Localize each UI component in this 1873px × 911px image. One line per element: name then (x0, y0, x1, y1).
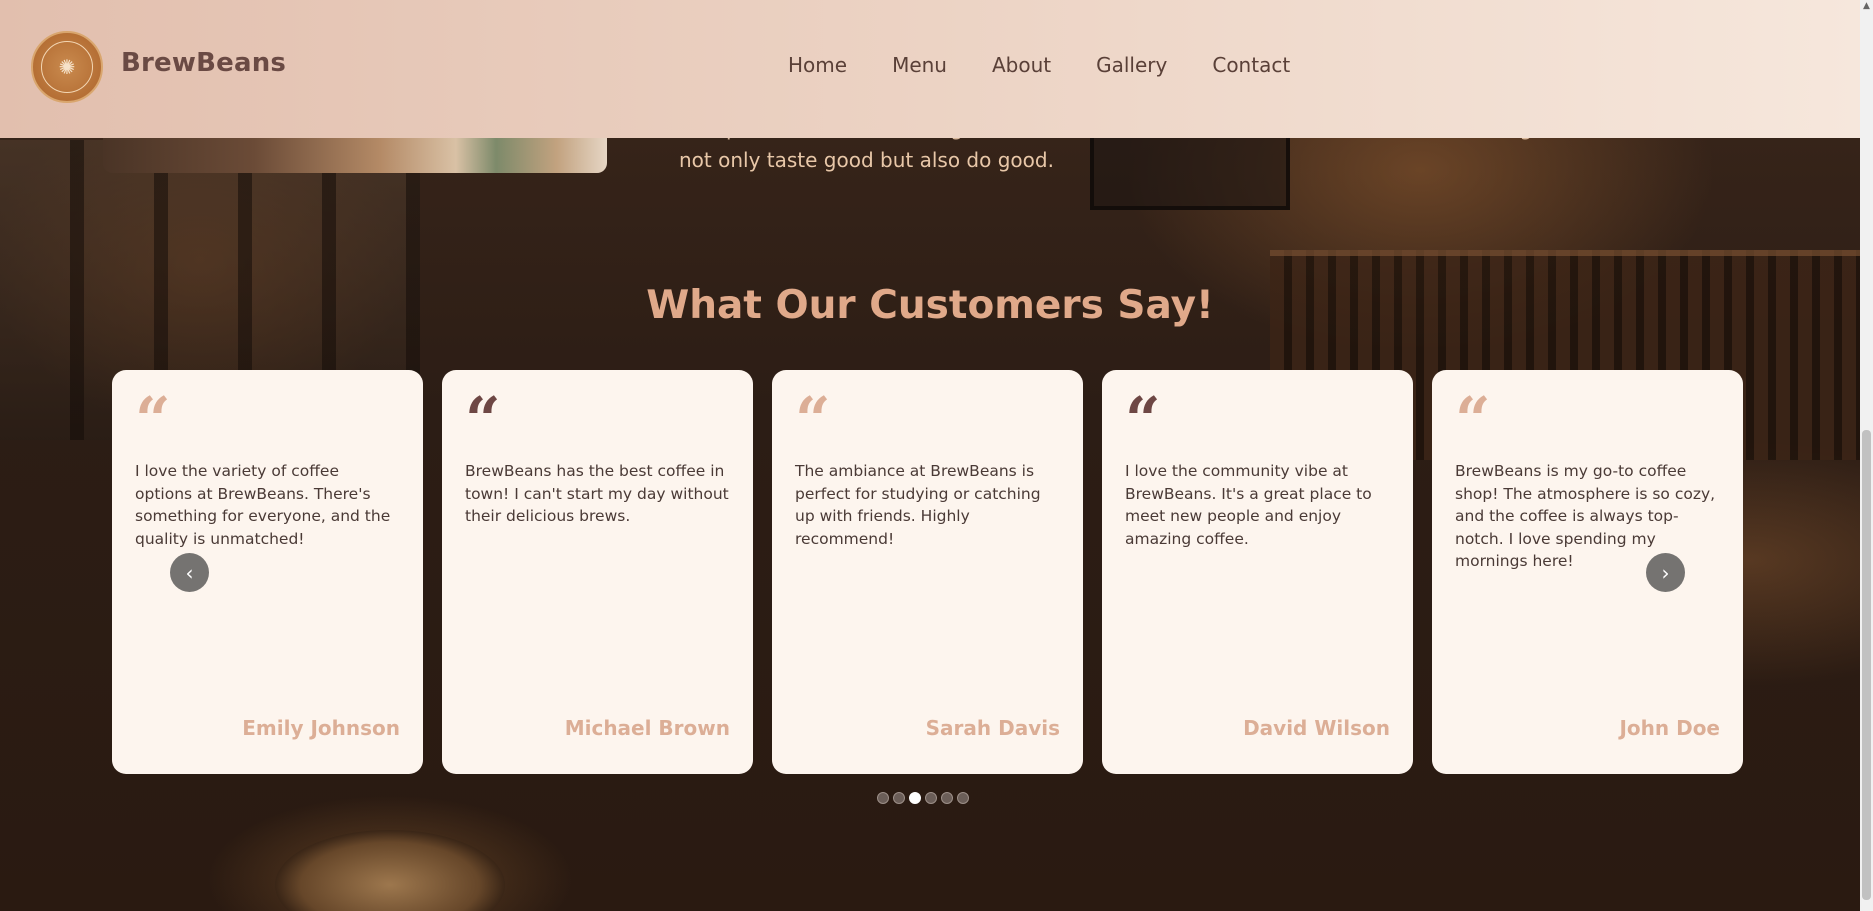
scroll-up-icon[interactable]: ▲ (1862, 2, 1871, 11)
testimonial-author: Michael Brown (564, 716, 730, 740)
testimonial-card: “ I love the variety of coffee options a… (112, 370, 423, 774)
quote-icon: “ (465, 383, 501, 456)
testimonial-text: The ambiance at BrewBeans is perfect for… (795, 462, 1041, 548)
carousel-dot[interactable] (893, 792, 905, 804)
testimonial-text: BrewBeans is my go-to coffee shop! The a… (1455, 462, 1716, 570)
carousel-dot[interactable] (957, 792, 969, 804)
testimonial-card: “ BrewBeans has the best coffee in town!… (442, 370, 753, 774)
testimonial-text: I love the community vibe at BrewBeans. … (1125, 462, 1372, 548)
testimonial-author: John Doe (1619, 716, 1720, 740)
carousel-pagination (877, 792, 969, 804)
nav-about[interactable]: About (992, 53, 1051, 77)
testimonial-author: Emily Johnson (242, 716, 400, 740)
carousel-dot-active[interactable] (909, 792, 921, 804)
about-text-last-line: not only taste good but also do good. (679, 148, 1054, 172)
testimonial-card: “ BrewBeans is my go-to coffee shop! The… (1432, 370, 1743, 774)
carousel-next-button[interactable]: › (1646, 553, 1685, 592)
carousel-dot[interactable] (877, 792, 889, 804)
testimonial-author: Sarah Davis (925, 716, 1060, 740)
logo[interactable]: ✺ (31, 31, 103, 103)
site-header: ✺ BrewBeans Home Menu About Gallery Cont… (0, 0, 1860, 138)
testimonials-title: What Our Customers Say! (646, 283, 1214, 328)
testimonial-text: I love the variety of coffee options at … (135, 462, 391, 548)
testimonial-card: “ I love the community vibe at BrewBeans… (1102, 370, 1413, 774)
nav-menu[interactable]: Menu (892, 53, 947, 77)
testimonial-author: David Wilson (1243, 716, 1390, 740)
quote-icon: “ (135, 383, 171, 456)
main-nav: Home Menu About Gallery Contact (788, 53, 1290, 77)
scrollbar-thumb[interactable] (1862, 430, 1871, 900)
brand-name[interactable]: BrewBeans (121, 48, 286, 78)
testimonial-card: “ The ambiance at BrewBeans is perfect f… (772, 370, 1083, 774)
chevron-left-icon: ‹ (185, 560, 194, 585)
testimonial-text: BrewBeans has the best coffee in town! I… (465, 462, 729, 525)
nav-home[interactable]: Home (788, 53, 847, 77)
nav-gallery[interactable]: Gallery (1096, 53, 1167, 77)
carousel-dot[interactable] (925, 792, 937, 804)
chevron-right-icon: › (1661, 560, 1670, 585)
carousel-dot[interactable] (941, 792, 953, 804)
background-coffee-cup (275, 830, 505, 911)
coffee-bean-logo-icon: ✺ (41, 41, 93, 93)
carousel-prev-button[interactable]: ‹ (170, 553, 209, 592)
quote-icon: “ (1125, 383, 1161, 456)
testimonial-carousel: “ I love the variety of coffee options a… (112, 370, 1743, 774)
quote-icon: “ (795, 383, 831, 456)
quote-icon: “ (1455, 383, 1491, 456)
nav-contact[interactable]: Contact (1212, 53, 1290, 77)
page-scrollbar[interactable]: ▲ (1860, 0, 1873, 911)
